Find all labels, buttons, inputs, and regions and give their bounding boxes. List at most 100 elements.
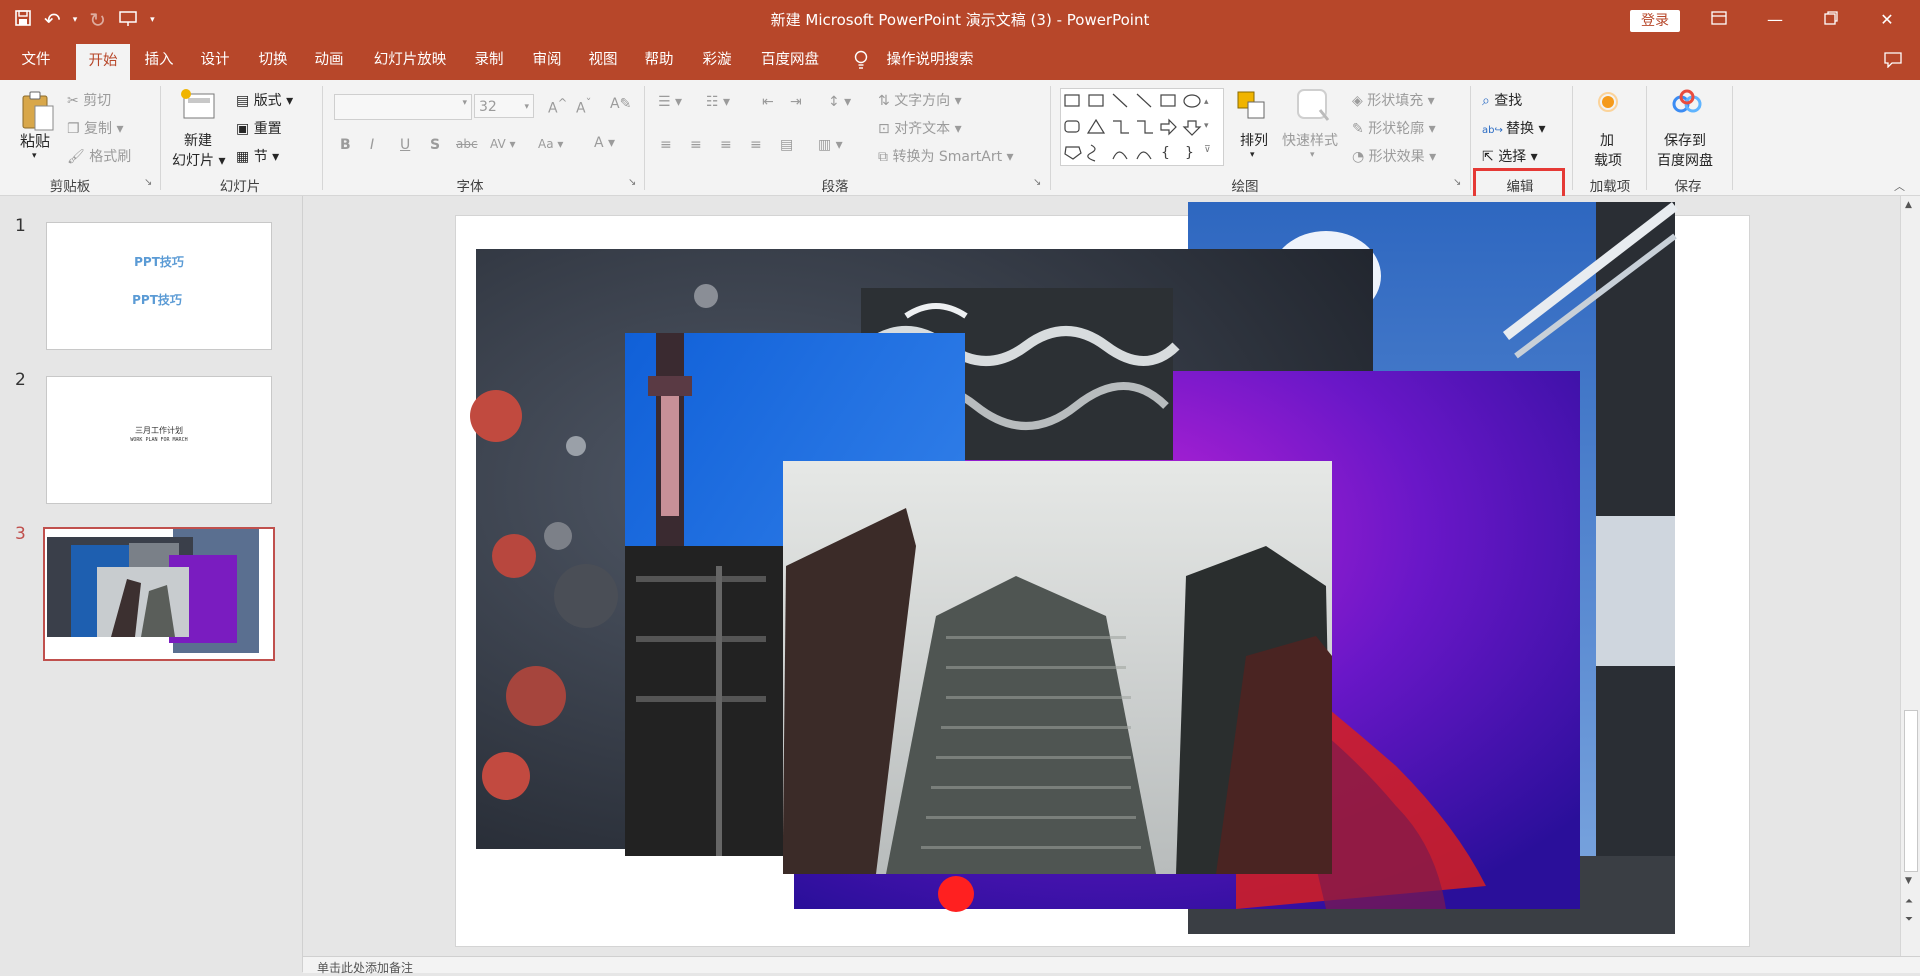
reset-button[interactable]: ▣ 重置 [236, 118, 282, 138]
italic-button[interactable]: I [370, 137, 374, 153]
numbering-button[interactable]: ☷ ▾ [706, 94, 730, 110]
customize-qat-icon[interactable]: ▾ [150, 15, 155, 25]
arrange-icon[interactable] [1234, 88, 1270, 128]
replace-button[interactable]: ab↪ 替换 ▾ [1482, 118, 1546, 138]
next-slide-icon[interactable]: ⏷ [1905, 914, 1913, 926]
slide-thumbnail-2[interactable]: 三月工作计划 WORK PLAN FOR MARCH [46, 376, 272, 504]
tab-design[interactable]: 设计 [194, 40, 236, 80]
minimize-icon[interactable]: — [1752, 0, 1798, 40]
skyscrapers-photo[interactable] [783, 461, 1332, 874]
align-text-button[interactable]: ⊡ 对齐文本 ▾ [878, 118, 962, 138]
bold-button[interactable]: B [340, 137, 351, 153]
collapse-ribbon-icon[interactable]: ︿ [1894, 178, 1905, 194]
increase-indent-button[interactable]: ⇥ [790, 94, 802, 110]
line-spacing-button[interactable]: ↕ ▾ [828, 94, 851, 110]
shapes-gallery[interactable]: {} [1060, 88, 1224, 166]
font-color-button[interactable]: A ▾ [594, 135, 615, 151]
undo-dropdown-icon[interactable]: ▾ [73, 15, 78, 25]
tab-slideshow[interactable]: 幻灯片放映 [366, 40, 454, 80]
bullets-button[interactable]: ☰ ▾ [658, 94, 682, 110]
notes-pane[interactable]: 单击此处添加备注 [303, 956, 1920, 975]
character-spacing-button[interactable]: AV ▾ [490, 137, 516, 151]
tab-caixuan[interactable]: 彩漩 [696, 40, 738, 80]
new-slide-label-2[interactable]: 幻灯片 ▾ [172, 150, 225, 170]
login-button[interactable]: 登录 [1630, 10, 1680, 32]
scroll-up-icon[interactable]: ▲ [1905, 200, 1912, 210]
addins-label-1[interactable]: 加 [1600, 130, 1614, 150]
drawing-launcher-icon[interactable]: ↘ [1453, 177, 1461, 188]
tell-me-search[interactable]: 操作说明搜索 [880, 40, 980, 80]
tab-file[interactable]: 文件 [10, 40, 62, 80]
addins-label-2[interactable]: 载项 [1594, 150, 1622, 170]
start-from-beginning-icon[interactable] [118, 9, 138, 32]
tab-transitions[interactable]: 切换 [252, 40, 294, 80]
previous-slide-icon[interactable]: ⏶ [1905, 896, 1913, 908]
strikethrough-button[interactable]: abc [456, 137, 478, 151]
scroll-thumb[interactable] [1904, 710, 1918, 872]
gallery-scroll-up-icon[interactable]: ▴ ▾ ⊽ [1204, 90, 1211, 162]
tab-home[interactable]: 开始 [76, 44, 130, 80]
new-slide-icon[interactable] [180, 88, 220, 128]
columns-button[interactable]: ▥ ▾ [818, 137, 843, 153]
save-to-baidu-label-1[interactable]: 保存到 [1664, 130, 1706, 150]
font-name-select[interactable]: ▾ [334, 94, 472, 120]
clear-formatting-icon[interactable]: A✎ [610, 96, 631, 112]
arrange-button[interactable]: 排列 [1240, 130, 1268, 150]
text-direction-button[interactable]: ⇅ 文字方向 ▾ [878, 90, 962, 110]
select-button[interactable]: ⇱ 选择 ▾ [1482, 146, 1538, 166]
tab-baidu-netdisk[interactable]: 百度网盘 [754, 40, 826, 80]
justify-button[interactable]: ≡ [750, 137, 762, 153]
convert-smartart-button[interactable]: ⧉ 转换为 SmartArt ▾ [878, 146, 1014, 166]
ribbon-display-options-icon[interactable] [1696, 0, 1742, 40]
tab-help[interactable]: 帮助 [638, 40, 680, 80]
tab-animations[interactable]: 动画 [308, 40, 350, 80]
vertical-scrollbar[interactable]: ▲ ▼ ⏶ ⏷ [1900, 196, 1920, 956]
close-icon[interactable]: ✕ [1864, 0, 1910, 40]
decrease-font-size-button[interactable]: Aˇ [576, 96, 591, 117]
undo-icon[interactable]: ↶ [44, 8, 61, 32]
align-center-button[interactable]: ≡ [690, 137, 702, 153]
addins-icon[interactable] [1598, 92, 1618, 116]
redo-icon[interactable]: ↻ [89, 8, 106, 32]
shape-effects-button[interactable]: ◔ 形状效果 ▾ [1352, 146, 1436, 166]
clipboard-launcher-icon[interactable]: ↘ [144, 177, 152, 188]
paste-dropdown-icon[interactable]: ▾ [32, 151, 37, 161]
lightbulb-icon[interactable] [850, 40, 872, 80]
format-painter-button[interactable]: 🖌 格式刷 [67, 146, 131, 166]
decrease-indent-button[interactable]: ⇤ [762, 94, 774, 110]
save-to-baidu-label-2[interactable]: 百度网盘 [1657, 150, 1713, 170]
font-size-select[interactable]: 32 ▾ [474, 94, 534, 118]
tab-insert[interactable]: 插入 [138, 40, 180, 80]
tab-view[interactable]: 视图 [582, 40, 624, 80]
quick-styles-icon[interactable] [1294, 88, 1334, 128]
slide-canvas[interactable] [455, 202, 1750, 947]
underline-button[interactable]: U [400, 137, 410, 153]
comments-icon[interactable] [1878, 40, 1908, 80]
distributed-button[interactable]: ▤ [780, 137, 793, 153]
paragraph-launcher-icon[interactable]: ↘ [1033, 177, 1041, 188]
scroll-down-icon[interactable]: ▼ [1905, 876, 1912, 886]
find-button[interactable]: ⌕ 查找 [1482, 90, 1522, 110]
font-launcher-icon[interactable]: ↘ [628, 177, 636, 188]
tab-review[interactable]: 审阅 [526, 40, 568, 80]
section-button[interactable]: ▦ 节 ▾ [236, 146, 279, 166]
quick-styles-dropdown-icon[interactable]: ▾ [1310, 150, 1315, 160]
tab-record[interactable]: 录制 [468, 40, 510, 80]
quick-styles-button[interactable]: 快速样式 [1282, 130, 1338, 150]
shadow-button[interactable]: S [430, 137, 440, 153]
paste-button[interactable]: 粘贴 [20, 130, 50, 151]
shape-fill-button[interactable]: ◈ 形状填充 ▾ [1352, 90, 1435, 110]
slide-thumbnail-1[interactable]: PPT技巧 PPT技巧 [46, 222, 272, 350]
save-icon[interactable] [14, 9, 32, 32]
new-slide-label-1[interactable]: 新建 [184, 130, 212, 150]
layout-button[interactable]: ▤ 版式 ▾ [236, 90, 293, 110]
restore-icon[interactable] [1808, 0, 1854, 40]
change-case-button[interactable]: Aa ▾ [538, 137, 563, 151]
baidu-netdisk-icon[interactable] [1670, 88, 1704, 122]
shape-outline-button[interactable]: ✎ 形状轮廓 ▾ [1352, 118, 1436, 138]
slide-thumbnail-3[interactable] [43, 527, 275, 661]
cut-button[interactable]: ✂ 剪切 [67, 90, 111, 110]
increase-font-size-button[interactable]: A^ [548, 96, 567, 117]
copy-button[interactable]: ❐ 复制 ▾ [67, 118, 124, 138]
align-left-button[interactable]: ≡ [660, 137, 672, 153]
